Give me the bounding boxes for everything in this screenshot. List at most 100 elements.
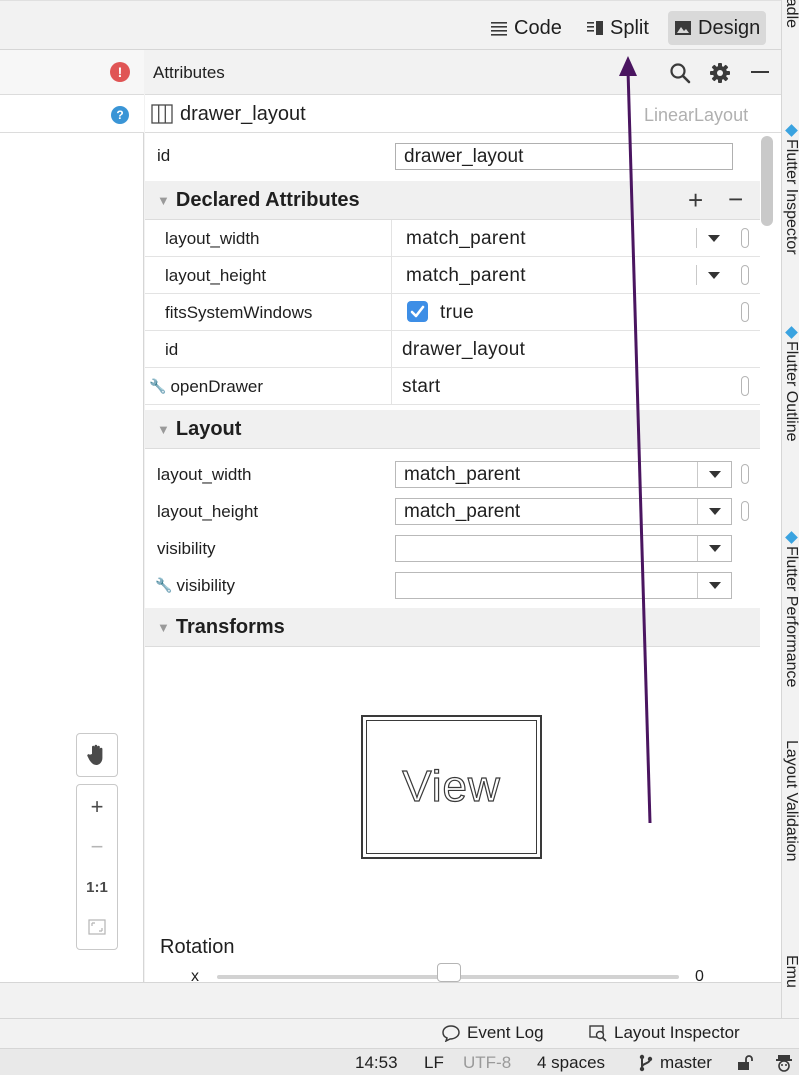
code-mode-button[interactable]: Code [484,11,568,45]
tools-visibility-dropdown[interactable] [395,572,732,599]
attributes-scrollbar[interactable] [761,136,773,226]
layout-row: layout_width match_parent [145,456,760,493]
id-row: id drawer_layout [145,137,760,174]
zoom-to-fit-icon[interactable] [77,907,117,947]
checkbox-checked[interactable] [407,301,428,322]
linear-layout-icon [151,104,173,124]
minimize-icon[interactable] [751,71,769,74]
attr-value[interactable]: drawer_layout [402,331,525,368]
flutter-performance-tab[interactable]: Flutter Performance [782,500,799,720]
collapse-triangle-icon: ▼ [157,421,170,437]
view-preview-frame: View [361,715,542,859]
transforms-section[interactable]: ▼ Transforms [145,608,760,647]
zoom-in-icon[interactable]: + [77,787,117,827]
component-tree-panel: ! ? + − 1:1 [0,50,144,982]
event-log-tab[interactable]: Event Log [441,1023,544,1043]
split-mode-button[interactable]: Split [580,11,655,45]
attr-label: id [165,339,179,359]
flutter-inspector-label: Flutter Inspector [783,138,799,255]
attr-label: layout_width [165,228,260,248]
zoom-actual-size-label: 1:1 [86,878,108,896]
unlock-icon[interactable] [737,1055,755,1071]
warnings-row: ! [0,50,144,95]
flutter-outline-tab[interactable]: Flutter Outline [782,310,799,460]
dropdown-arrow-icon[interactable] [708,272,720,279]
speech-bubble-icon [442,1025,460,1042]
zoom-out-icon[interactable]: − [77,827,117,867]
attr-label: fitsSystemWindows [165,302,313,322]
layout-section[interactable]: ▼ Layout [145,410,760,449]
emulator-tab[interactable]: Emu [782,955,799,1015]
pan-hand-icon[interactable] [77,735,117,775]
remove-attribute-icon[interactable]: − [728,184,743,215]
collapse-triangle-icon: ▼ [157,192,170,208]
flutter-icon [784,530,798,544]
declared-row: layout_width match_parent [145,220,760,257]
dropdown-arrow-icon[interactable] [697,573,731,598]
layout-inspector-tab[interactable]: Layout Inspector [588,1023,740,1043]
attr-value: true [440,301,474,323]
gradle-tab[interactable]: Gradle [782,0,799,65]
git-branch-widget[interactable]: master [638,1053,712,1073]
flutter-icon [784,123,798,137]
component-type: LinearLayout [644,105,749,125]
rotation-label: Rotation [160,936,235,958]
attr-label: layout_height [165,265,267,285]
attributes-title: Attributes [153,63,225,82]
reference-pill[interactable] [741,501,749,521]
design-mode-button[interactable]: Design [668,11,767,45]
flutter-inspector-tab[interactable]: Flutter Inspector [782,100,799,280]
id-label: id [157,145,171,165]
selected-component-row: drawer_layout LinearLayout [145,95,781,133]
reference-pill[interactable] [741,464,749,484]
collapse-triangle-icon: ▼ [157,619,170,635]
wrench-icon: 🔧 [155,577,173,593]
layout-title: Layout [175,417,242,440]
dropdown-arrow-icon[interactable] [697,536,731,561]
zoom-actual-size-button[interactable]: 1:1 [77,867,117,907]
gear-icon[interactable] [709,62,731,84]
git-branch-label: master [660,1053,712,1072]
dropdown-arrow-icon[interactable] [697,499,731,524]
layout-validation-tab[interactable]: Layout Validation [782,740,799,920]
layout-width-dropdown[interactable]: match_parent [395,461,732,488]
caret-position[interactable]: 14:53 [355,1053,398,1073]
layout-height-dropdown[interactable]: match_parent [395,498,732,525]
layout-validation-label: Layout Validation [783,740,799,862]
rotation-slider-thumb[interactable] [437,963,461,982]
id-input[interactable]: drawer_layout [395,143,733,170]
dropdown-arrow-icon[interactable] [697,462,731,487]
layout-row: visibility [145,530,760,567]
dropdown-arrow-icon[interactable] [708,235,720,242]
layout-inspector-label: Layout Inspector [614,1023,740,1042]
layout-row: layout_height match_parent [145,493,760,530]
error-icon[interactable]: ! [110,62,130,82]
add-attribute-icon[interactable]: + [688,185,703,216]
wrench-icon: 🔧 [149,378,167,394]
visibility-dropdown[interactable] [395,535,732,562]
flutter-performance-label: Flutter Performance [783,545,799,688]
reference-pill[interactable] [741,302,749,322]
reference-pill[interactable] [741,265,749,285]
event-log-label: Event Log [467,1023,544,1042]
indent-setting[interactable]: 4 spaces [537,1053,605,1073]
code-lines-icon [491,22,507,36]
flutter-icon [784,326,798,340]
attr-value[interactable]: match_parent [406,257,526,294]
reference-pill[interactable] [741,228,749,248]
line-separator[interactable]: LF [424,1053,444,1073]
inspector-hector-icon[interactable] [774,1053,794,1073]
attr-label-wrapper: 🔧 openDrawer [149,368,263,405]
file-encoding[interactable]: UTF-8 [463,1053,511,1073]
attr-value[interactable]: start [402,368,440,405]
search-icon[interactable] [669,62,691,84]
gradle-tab-label: Gradle [783,0,799,29]
layout-inspector-icon [589,1025,607,1042]
help-icon[interactable]: ? [111,106,129,124]
transforms-title: Transforms [175,615,285,638]
component-name: drawer_layout [180,103,306,125]
attr-value[interactable]: match_parent [406,220,526,257]
declared-attributes-section[interactable]: ▼ Declared Attributes + − [145,181,760,220]
attr-label: visibility [157,538,216,558]
reference-pill[interactable] [741,376,749,396]
